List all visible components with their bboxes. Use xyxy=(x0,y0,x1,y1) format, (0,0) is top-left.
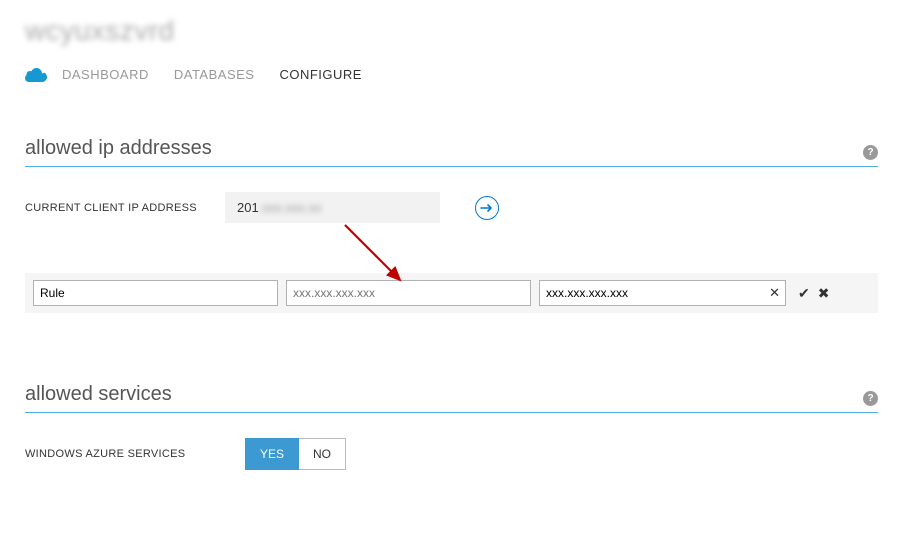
add-current-ip-button[interactable] xyxy=(475,196,499,220)
cancel-rule-icon[interactable]: ✖ xyxy=(818,285,830,302)
current-client-ip-value: 201.xxx.xxx.xx xyxy=(225,192,440,223)
allowed-ip-title: allowed ip addresses xyxy=(25,137,212,159)
allowed-services-title: allowed services xyxy=(25,383,172,405)
tab-configure[interactable]: CONFIGURE xyxy=(279,67,362,82)
section-allowed-ip: allowed ip addresses ? CURRENT CLIENT IP… xyxy=(25,137,878,313)
help-icon[interactable]: ? xyxy=(863,145,878,160)
toggle-yes-button[interactable]: YES xyxy=(245,438,299,470)
tab-dashboard[interactable]: DASHBOARD xyxy=(62,67,149,82)
confirm-rule-icon[interactable]: ✔ xyxy=(798,285,810,302)
rule-row-actions: ✔ ✖ xyxy=(798,285,829,302)
tab-bar: DASHBOARD DATABASES CONFIGURE xyxy=(25,67,878,82)
tab-databases[interactable]: DATABASES xyxy=(174,67,255,82)
azure-services-row: WINDOWS AZURE SERVICES YES NO xyxy=(25,438,878,470)
ip-prefix: 201 xyxy=(237,200,259,215)
section-allowed-services: allowed services ? WINDOWS AZURE SERVICE… xyxy=(25,383,878,470)
allowed-ip-title-row: allowed ip addresses ? xyxy=(25,137,878,167)
azure-services-toggle: YES NO xyxy=(245,438,346,470)
rule-name-input[interactable] xyxy=(33,280,278,306)
firewall-rule-row: ✕ ✔ ✖ xyxy=(25,273,878,313)
current-client-ip-label: CURRENT CLIENT IP ADDRESS xyxy=(25,202,225,214)
toggle-no-button[interactable]: NO xyxy=(299,438,346,470)
cloud-icon xyxy=(25,68,47,82)
allowed-services-title-row: allowed services ? xyxy=(25,383,878,413)
server-name: wcyuxszvrd xyxy=(25,15,878,47)
rule-start-ip-input[interactable] xyxy=(286,280,531,306)
azure-services-label: WINDOWS AZURE SERVICES xyxy=(25,448,245,460)
current-client-ip-row: CURRENT CLIENT IP ADDRESS 201.xxx.xxx.xx xyxy=(25,192,878,223)
help-icon[interactable]: ? xyxy=(863,391,878,406)
rule-end-ip-input[interactable] xyxy=(539,280,786,306)
ip-blurred: .xxx.xxx.xx xyxy=(259,200,322,215)
clear-input-icon[interactable]: ✕ xyxy=(769,285,780,301)
